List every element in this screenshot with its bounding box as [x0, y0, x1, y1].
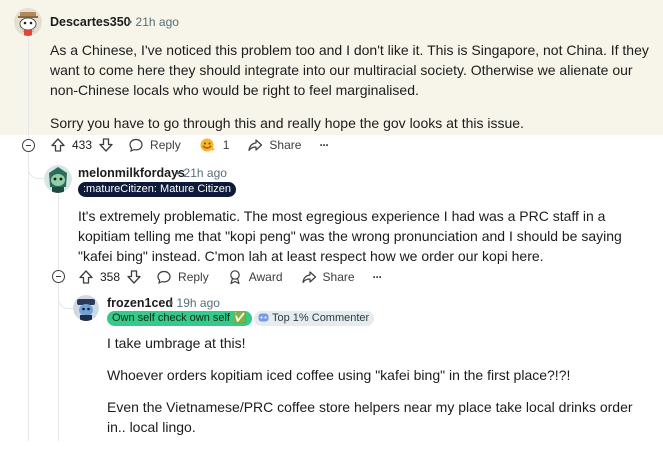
commenter-badge-icon	[258, 313, 269, 322]
share-button[interactable]: Share	[247, 137, 301, 153]
thread-line-1	[28, 36, 29, 441]
comment-author[interactable]: frozen1ced	[107, 296, 173, 310]
share-label: Share	[269, 138, 302, 152]
award-count: 1	[222, 138, 230, 152]
more-options-button[interactable]: ···	[372, 270, 383, 284]
comment-bubble-icon	[129, 138, 143, 153]
share-label: Share	[322, 270, 355, 284]
award-button[interactable]: 1	[199, 137, 230, 153]
reply-label: Reply	[178, 270, 209, 284]
reply-label: Reply	[150, 138, 181, 152]
snoo-avatar-icon	[44, 165, 72, 193]
avatar[interactable]	[73, 295, 99, 321]
thread-branch-3	[58, 282, 73, 309]
thread-branch-2	[28, 150, 45, 179]
comment-body: As a Chinese, I've noticed this problem …	[50, 40, 650, 146]
comment-actions: 358 Reply Award Share ···	[78, 267, 400, 287]
comment-actions: 433 Reply 1 Share ···	[50, 135, 346, 155]
thread-line-2	[58, 195, 59, 441]
comment-timestamp[interactable]: • 21h ago	[176, 166, 227, 180]
award-label: Award	[248, 270, 283, 284]
snoo-avatar-icon	[14, 8, 42, 36]
snoo-avatar-icon	[73, 295, 99, 321]
award-emoji-icon	[200, 138, 215, 152]
user-flair: Own self check own self ✅	[107, 311, 252, 326]
comment-timestamp[interactable]: • 21h ago	[128, 15, 179, 29]
user-flair: :matureCitizen: Mature Citizen	[78, 182, 236, 197]
comment-bubble-icon	[157, 270, 171, 285]
top-commenter-badge: Top 1% Commenter	[254, 311, 375, 326]
vote-group: 433	[50, 137, 114, 153]
reply-button[interactable]: Reply	[128, 137, 181, 153]
comment-author[interactable]: Descartes350	[50, 15, 131, 29]
comment-paragraph: Whoever orders kopitiam iced coffee usin…	[107, 367, 571, 383]
downvote-icon[interactable]	[126, 269, 142, 285]
comment-paragraph: Sorry you have to go through this and re…	[50, 115, 524, 131]
badge-label: Top 1% Commenter	[272, 312, 370, 324]
collapse-thread-button[interactable]	[52, 270, 65, 283]
avatar[interactable]	[14, 8, 42, 36]
avatar[interactable]	[44, 165, 72, 193]
downvote-icon[interactable]	[98, 137, 114, 153]
reply-button[interactable]: Reply	[156, 269, 209, 285]
upvote-icon[interactable]	[50, 137, 66, 153]
share-icon	[301, 271, 316, 284]
comment-timestamp[interactable]: • 19h ago	[169, 296, 220, 310]
comment-body: I take umbrage at this! Whoever orders k…	[107, 333, 652, 450]
upvote-icon[interactable]	[78, 269, 94, 285]
share-button[interactable]: Share	[301, 269, 355, 285]
comment-paragraph: I take umbrage at this!	[107, 335, 246, 351]
comment-paragraph: Even the Vietnamese/PRC coffee store hel…	[107, 399, 633, 435]
comment-paragraph: As a Chinese, I've noticed this problem …	[50, 42, 649, 98]
vote-count: 433	[72, 138, 93, 152]
award-button[interactable]: Award	[227, 269, 283, 285]
award-ribbon-icon	[229, 270, 240, 285]
comment-paragraph: It's extremely problematic. The most egr…	[78, 208, 622, 264]
more-options-button[interactable]: ···	[319, 138, 329, 152]
more-options-icon: ···	[319, 138, 329, 152]
collapse-thread-button[interactable]	[22, 139, 35, 152]
vote-group: 358	[78, 269, 142, 285]
more-options-icon: ···	[372, 270, 383, 284]
vote-count: 358	[100, 270, 121, 284]
comment-author[interactable]: melonmilkfordays	[78, 166, 185, 180]
share-icon	[248, 139, 263, 152]
